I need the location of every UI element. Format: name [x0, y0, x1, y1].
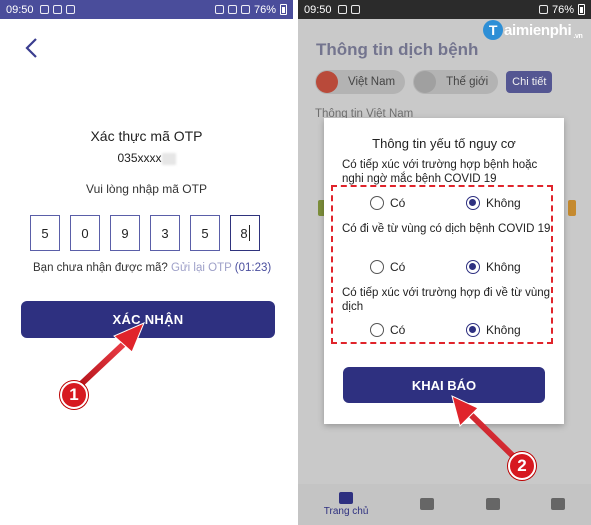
region-tabs: Việt Nam Thế giới Chi tiết	[315, 70, 553, 94]
otp-digit-input[interactable]: 0	[70, 215, 100, 251]
question-text: Có đi về từ vùng có dịch bệnh COVID 19	[342, 223, 551, 235]
vietnam-flag-icon	[316, 71, 338, 93]
globe-icon	[414, 71, 437, 93]
signal-icon	[240, 5, 250, 14]
status-time: 09:50	[6, 3, 34, 16]
otp-digit-input[interactable]: 9	[110, 215, 140, 251]
step-2-badge: 2	[508, 452, 536, 480]
bottom-nav: Trang chủ	[298, 484, 591, 525]
detail-button[interactable]: Chi tiết	[506, 71, 553, 93]
resend-otp-link[interactable]: Gửi lại OTP	[171, 262, 232, 274]
answer-group: Có Không	[370, 196, 521, 210]
nav-messages[interactable]	[485, 497, 500, 512]
otp-prompt: Vui lòng nhập mã OTP	[86, 182, 207, 196]
question-text: Có tiếp xúc với trường hợp đi về từ vùng…	[342, 287, 551, 313]
radio-yes[interactable]: Có	[370, 196, 405, 210]
wifi-icon	[538, 5, 548, 14]
blurred-digits	[161, 152, 176, 165]
resend-timer: (01:23)	[234, 262, 272, 274]
otp-title: Xác thực mã OTP	[90, 128, 203, 144]
tab-vietnam[interactable]: Việt Nam	[315, 70, 406, 94]
answer-group: Có Không	[370, 260, 521, 274]
tab-world[interactable]: Thế giới	[413, 70, 499, 94]
step-1-badge: 1	[60, 381, 88, 409]
status-bar: 09:50 76%	[0, 0, 293, 19]
battery-icon	[280, 4, 287, 15]
risk-factor-dialog: Thông tin yếu tố nguy cơ Có tiếp xúc với…	[324, 118, 564, 424]
status-bar: 09:50 76%	[298, 0, 591, 19]
back-arrow-icon[interactable]	[22, 36, 42, 60]
phone-number: 035xxxx	[0, 151, 293, 165]
wifi-icon	[227, 5, 237, 14]
text-cursor	[248, 225, 250, 241]
nav-id-card[interactable]	[420, 497, 435, 512]
user-icon	[551, 497, 566, 510]
notification-icon	[65, 5, 75, 14]
otp-digit-input[interactable]: 8	[230, 215, 260, 251]
battery-percent: 76%	[551, 3, 574, 16]
home-icon	[339, 492, 354, 504]
otp-digit-input[interactable]: 3	[150, 215, 180, 251]
question-text: Có tiếp xúc với trường hợp bệnh hoặc ngh…	[342, 159, 538, 185]
nav-home[interactable]: Trang chủ	[324, 492, 368, 517]
page-title: Thông tin dịch bệnh	[316, 40, 479, 59]
resend-row: Bạn chưa nhận được mã? Gửi lại OTP (01:2…	[33, 262, 271, 274]
radio-yes[interactable]: Có	[370, 260, 405, 274]
confirm-button[interactable]: XÁC NHẬN	[21, 301, 275, 338]
nav-profile[interactable]	[551, 497, 566, 512]
battery-icon	[578, 4, 585, 15]
otp-screen: 09:50 76% Xác thực mã OTP 035xxxx Vui lò…	[0, 0, 293, 525]
stat-card-edge	[568, 200, 576, 216]
watermark-logo: Taimienphi .vn	[483, 20, 583, 40]
radio-no[interactable]: Không	[466, 260, 521, 274]
messenger-icon	[52, 5, 62, 14]
answer-group: Có Không	[370, 323, 521, 337]
resend-question: Bạn chưa nhận được mã?	[33, 262, 168, 274]
otp-digit-input[interactable]: 5	[190, 215, 220, 251]
radio-no[interactable]: Không	[466, 196, 521, 210]
otp-digit-input[interactable]: 5	[30, 215, 60, 251]
dialog-title: Thông tin yếu tố nguy cơ	[372, 136, 516, 151]
notification-icon	[350, 5, 360, 14]
notification-icon	[337, 5, 347, 14]
battery-percent: 76%	[253, 3, 276, 16]
notification-icon	[39, 5, 49, 14]
radio-yes[interactable]: Có	[370, 323, 405, 337]
otp-input-group: 5 0 9 3 5 8	[30, 215, 260, 251]
mute-icon	[214, 5, 224, 14]
id-card-icon	[420, 497, 435, 510]
status-time: 09:50	[304, 3, 332, 16]
phone-number-text: 035xxxx	[117, 151, 162, 165]
radio-no[interactable]: Không	[466, 323, 521, 337]
declare-button[interactable]: KHAI BÁO	[343, 367, 545, 403]
chat-icon	[485, 497, 500, 510]
